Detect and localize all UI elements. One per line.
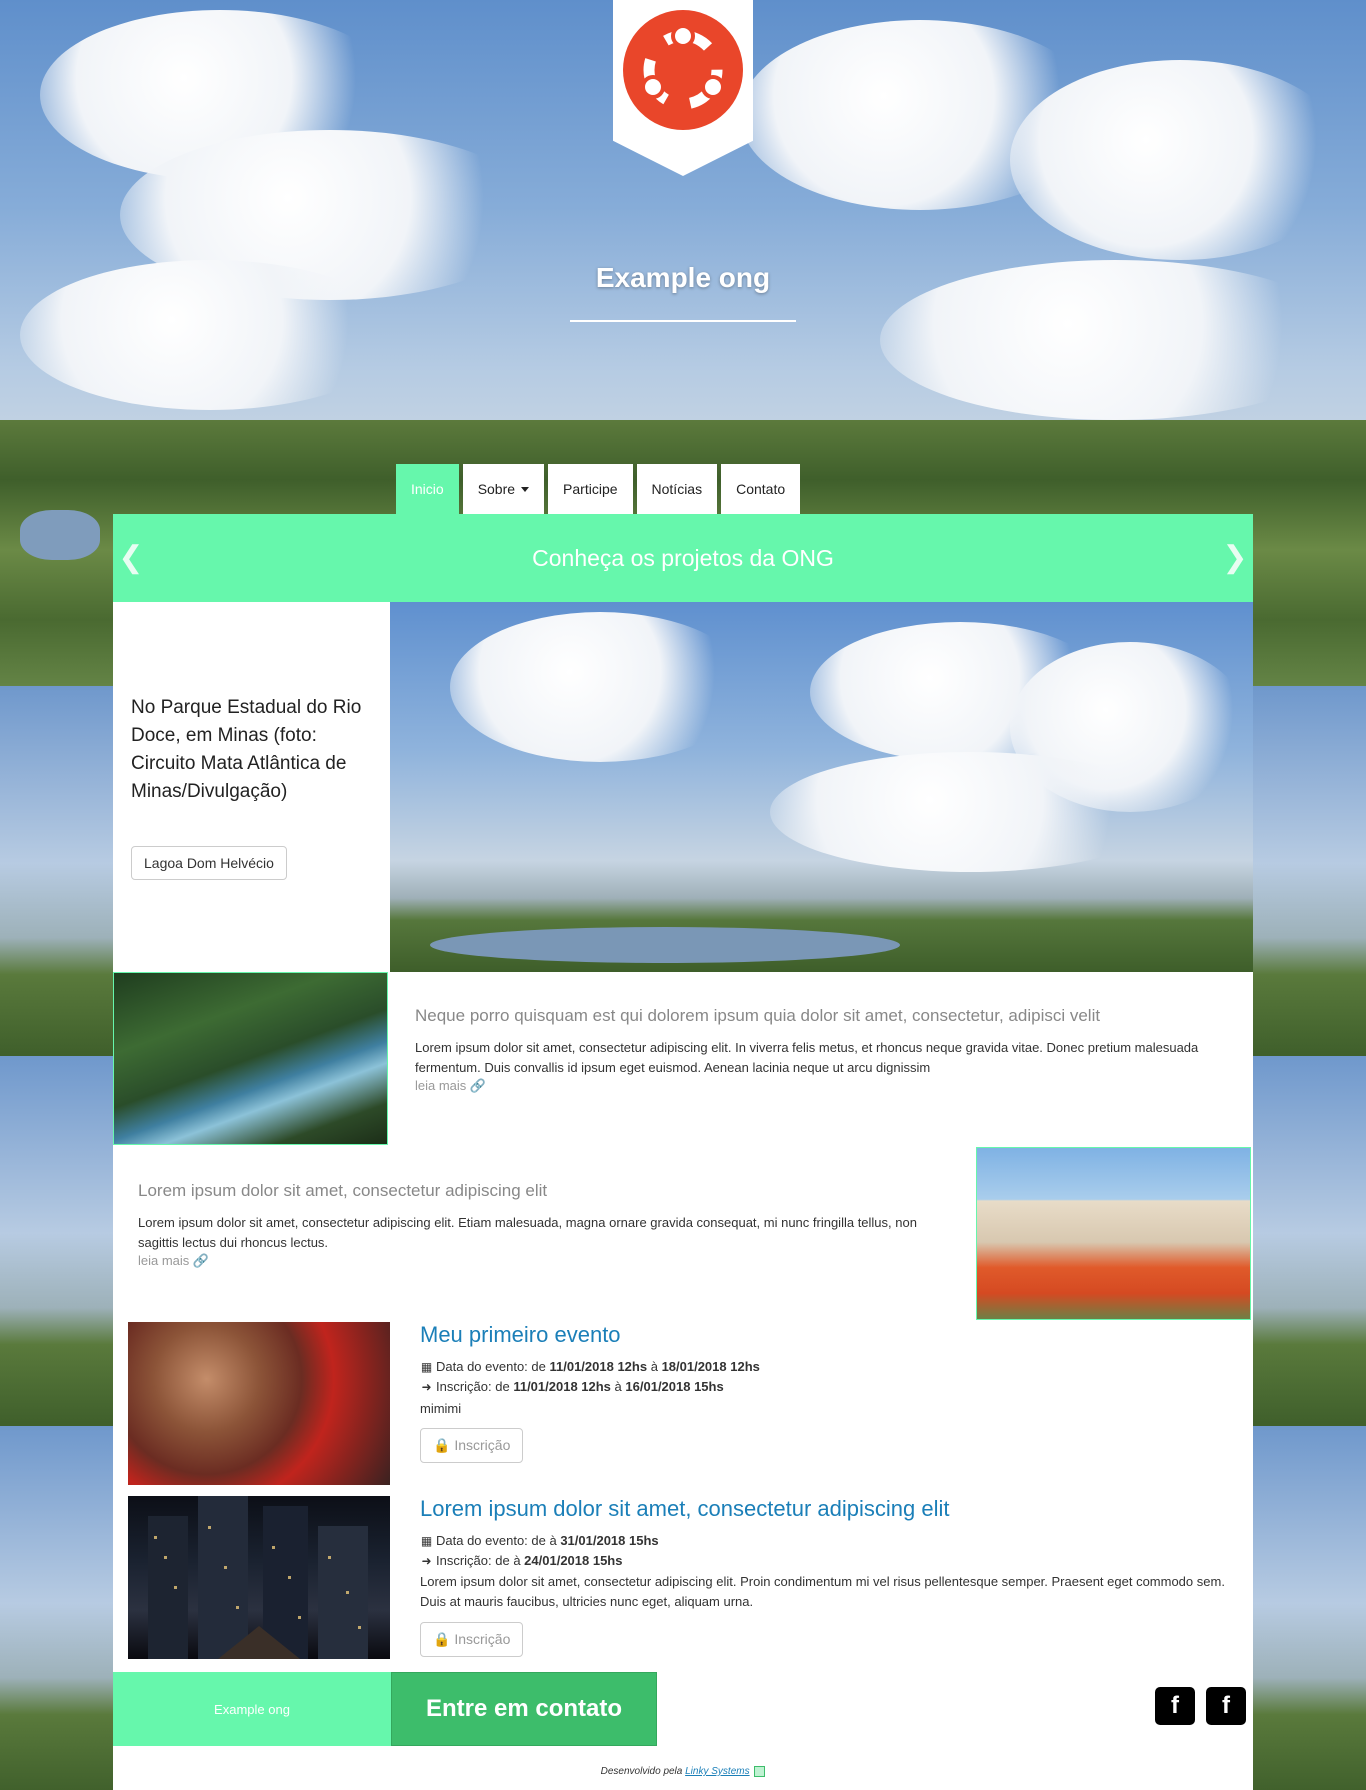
read-more-link[interactable]: leia mais 🔗 bbox=[138, 1253, 209, 1269]
event-reg-value: 24/01/2018 15hs bbox=[524, 1553, 623, 1568]
event-date-label: Data do evento: de à bbox=[436, 1533, 557, 1548]
register-button[interactable]: 🔒 Inscrição bbox=[420, 1622, 524, 1657]
side-tile bbox=[0, 1426, 113, 1790]
feature-image-building bbox=[976, 1147, 1251, 1320]
feature-text: Lorem ipsum dolor sit amet, consectetur … bbox=[415, 1040, 1199, 1075]
side-tile bbox=[1253, 1426, 1366, 1790]
nav-item-contato[interactable]: Contato bbox=[721, 464, 801, 514]
sign-in-icon: ➜ bbox=[421, 1554, 432, 1568]
event-image-kids bbox=[128, 1322, 390, 1485]
ubuntu-logo-icon bbox=[623, 10, 743, 130]
nav-label: Notícias bbox=[651, 481, 703, 497]
event-description: mimimi bbox=[420, 1401, 462, 1416]
cloud bbox=[1010, 60, 1350, 260]
feature-title: Neque porro quisquam est qui dolorem ips… bbox=[415, 1006, 1101, 1025]
nav-label: Participe bbox=[563, 481, 618, 497]
linky-icon bbox=[754, 1766, 766, 1777]
cloud bbox=[880, 260, 1350, 420]
logo-badge[interactable] bbox=[613, 0, 753, 176]
event-reg-sep: à bbox=[614, 1379, 622, 1394]
event-description: Lorem ipsum dolor sit amet, consectetur … bbox=[420, 1574, 1225, 1609]
read-more-label: leia mais bbox=[138, 1253, 190, 1268]
event-date: ▦ Data do evento: de 11/01/2018 12hs à 18… bbox=[420, 1359, 760, 1374]
event-date-end: 18/01/2018 12hs bbox=[661, 1359, 760, 1374]
slide-button[interactable]: Lagoa Dom Helvécio bbox=[131, 846, 287, 880]
nav-label: Contato bbox=[736, 481, 786, 497]
slide-caption: No Parque Estadual do Rio Doce, em Minas… bbox=[131, 697, 362, 802]
facebook-icon[interactable]: f bbox=[1155, 1687, 1195, 1725]
link-icon: 🔗 bbox=[192, 1253, 210, 1268]
event-title[interactable]: Meu primeiro evento bbox=[420, 1322, 621, 1348]
nav-item-noticias[interactable]: Notícias bbox=[636, 464, 718, 514]
carousel-title: Conheça os projetos da ONG bbox=[532, 544, 834, 571]
event-date-label: Data do evento: de bbox=[436, 1359, 546, 1374]
event-date-value: 31/01/2018 15hs bbox=[560, 1533, 659, 1548]
calendar-icon: ▦ bbox=[420, 1534, 433, 1548]
contact-button[interactable]: Entre em contato bbox=[391, 1672, 657, 1746]
register-button[interactable]: 🔒 Inscrição bbox=[420, 1428, 524, 1463]
developer-credit: Desenvolvido pela Linky Systems bbox=[113, 1766, 1253, 1777]
lock-icon: 🔒 bbox=[433, 1437, 451, 1453]
event-image-city bbox=[128, 1496, 390, 1659]
credit-prefix: Desenvolvido pela bbox=[600, 1766, 683, 1778]
nav-item-inicio[interactable]: Inicio bbox=[396, 464, 459, 514]
feature-text: Lorem ipsum dolor sit amet, consectetur … bbox=[138, 1215, 917, 1250]
credit-link[interactable]: Linky Systems bbox=[685, 1766, 749, 1777]
read-more-label: leia mais bbox=[415, 1078, 467, 1093]
site-title: Example ong bbox=[595, 262, 771, 293]
side-tile bbox=[0, 686, 113, 1056]
calendar-icon: ▦ bbox=[420, 1360, 433, 1374]
event-registration: ➜ Inscrição: de 11/01/2018 12hs à 16/01/2… bbox=[420, 1379, 724, 1394]
event-date-sep: à bbox=[650, 1359, 658, 1374]
lake bbox=[20, 510, 100, 560]
cloud bbox=[20, 260, 400, 410]
event-date-start: 11/01/2018 12hs bbox=[549, 1359, 648, 1374]
link-icon: 🔗 bbox=[469, 1078, 487, 1093]
side-tile bbox=[0, 1056, 113, 1426]
nav-item-sobre[interactable]: Sobre bbox=[462, 464, 545, 514]
event-reg-label: Inscrição: de bbox=[436, 1379, 510, 1394]
title-divider bbox=[570, 320, 796, 322]
chevron-right-icon[interactable]: ❯ bbox=[1221, 543, 1249, 573]
read-more-link[interactable]: leia mais 🔗 bbox=[415, 1078, 486, 1094]
event-reg-label: Inscrição: de à bbox=[436, 1553, 521, 1568]
nav-label: Sobre bbox=[477, 481, 516, 497]
lake bbox=[430, 927, 900, 963]
register-label: Inscrição bbox=[454, 1631, 511, 1647]
caret-down-icon bbox=[521, 486, 530, 492]
sign-in-icon: ➜ bbox=[421, 1380, 432, 1394]
feature-title: Lorem ipsum dolor sit amet, consectetur … bbox=[138, 1181, 548, 1200]
event-reg-end: 16/01/2018 15hs bbox=[625, 1379, 724, 1394]
cloud bbox=[770, 752, 1170, 872]
lock-icon: 🔒 bbox=[433, 1631, 451, 1647]
chevron-left-icon[interactable]: ❮ bbox=[117, 543, 145, 573]
event-registration: ➜ Inscrição: de à 24/01/2018 15hs bbox=[420, 1553, 622, 1568]
feature-image-forest bbox=[113, 972, 388, 1145]
slide-image bbox=[390, 602, 1253, 972]
side-tile bbox=[1253, 686, 1366, 1056]
register-label: Inscrição bbox=[454, 1437, 511, 1453]
event-reg-start: 11/01/2018 12hs bbox=[513, 1379, 611, 1394]
main-container: Conheça os projetos da ONG ❮ ❯ No Parque… bbox=[113, 514, 1253, 1790]
cloud bbox=[450, 612, 750, 762]
event-date: ▦ Data do evento: de à 31/01/2018 15hs bbox=[420, 1533, 659, 1548]
nav-item-participe[interactable]: Participe bbox=[548, 464, 633, 514]
nav-label: Inicio bbox=[411, 481, 444, 497]
carousel-heading: Conheça os projetos da ONG ❮ ❯ bbox=[113, 514, 1253, 602]
main-nav: Inicio Sobre Participe Notícias Contato bbox=[396, 464, 801, 514]
facebook-icon[interactable]: f bbox=[1206, 1687, 1246, 1725]
side-tile bbox=[1253, 1056, 1366, 1426]
event-title[interactable]: Lorem ipsum dolor sit amet, consectetur … bbox=[420, 1496, 949, 1522]
footer-brand: Example ong bbox=[113, 1672, 391, 1746]
